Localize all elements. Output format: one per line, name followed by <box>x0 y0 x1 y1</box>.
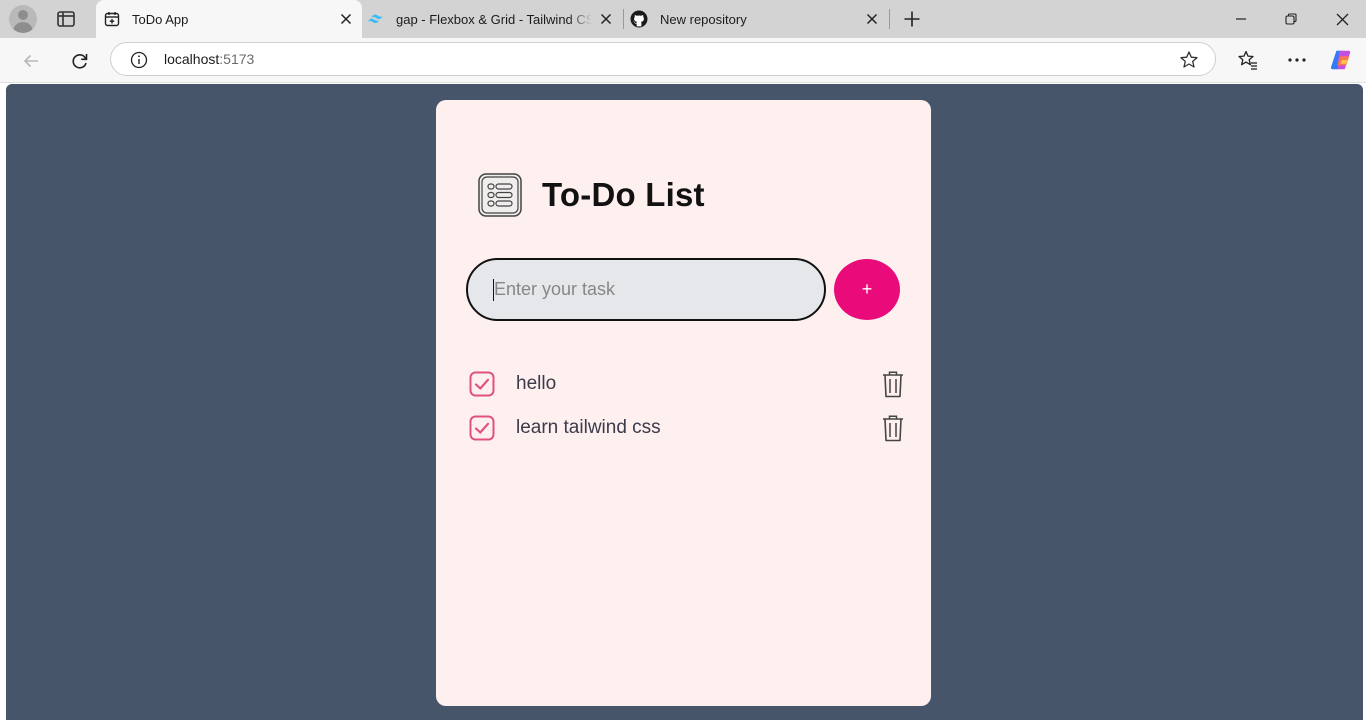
tab-title: New repository <box>660 11 747 27</box>
tab-new-repository[interactable]: New repository <box>624 0 888 38</box>
list-item: learn tailwind css <box>469 406 905 450</box>
tab-tailwind-docs[interactable]: gap - Flexbox & Grid - Tailwind CSS <box>362 0 622 38</box>
tab-title: gap - Flexbox & Grid - Tailwind CSS <box>396 11 592 27</box>
task-text: hello <box>516 373 557 394</box>
browser-toolbar: localhost:5173 <box>0 38 1366 83</box>
tab-todo-app[interactable]: ToDo App <box>96 0 362 38</box>
task-input[interactable] <box>466 258 826 321</box>
tailwind-icon <box>368 14 383 24</box>
tab-strip: ToDo App gap - Flexbox & Grid - Tailwind… <box>0 0 1366 38</box>
list-icon <box>478 173 522 217</box>
plus-icon[interactable] <box>899 6 925 32</box>
page-title: To-Do List <box>542 176 705 213</box>
close-icon[interactable] <box>338 11 354 27</box>
calendar-icon <box>104 12 120 27</box>
task-list: hello learn tailwind css <box>469 362 905 450</box>
card-header: To-Do List <box>477 171 705 219</box>
profile-icon[interactable] <box>9 5 37 33</box>
tab-actions-icon[interactable] <box>52 5 80 33</box>
refresh-icon[interactable] <box>65 46 95 76</box>
url-text[interactable]: localhost:5173 <box>164 51 254 67</box>
copilot-icon[interactable] <box>1329 48 1353 72</box>
close-icon[interactable] <box>598 11 614 27</box>
text-cursor <box>493 279 494 301</box>
favorites-icon[interactable] <box>1236 48 1260 72</box>
trash-icon[interactable] <box>881 370 905 398</box>
more-icon[interactable] <box>1285 48 1309 72</box>
task-text: learn tailwind css <box>516 417 661 438</box>
trash-icon[interactable] <box>881 414 905 442</box>
list-item: hello <box>469 362 905 406</box>
checkbox-icon[interactable] <box>469 371 495 397</box>
todo-card: To-Do List + hello learn tailwind css <box>436 100 931 706</box>
close-window-icon[interactable] <box>1318 0 1366 38</box>
back-icon[interactable] <box>16 46 46 76</box>
address-bar[interactable]: localhost:5173 <box>110 42 1216 76</box>
close-icon[interactable] <box>864 11 880 27</box>
restore-icon[interactable] <box>1267 0 1315 38</box>
tab-title: ToDo App <box>132 11 189 27</box>
tab-divider <box>889 9 890 29</box>
star-icon[interactable] <box>1179 50 1199 70</box>
checkbox-icon[interactable] <box>469 415 495 441</box>
add-task-button[interactable]: + <box>834 259 900 320</box>
info-icon[interactable] <box>130 51 148 69</box>
page-viewport: To-Do List + hello learn tailwind css <box>6 84 1363 720</box>
github-icon <box>630 10 648 28</box>
minimize-icon[interactable] <box>1217 0 1265 38</box>
